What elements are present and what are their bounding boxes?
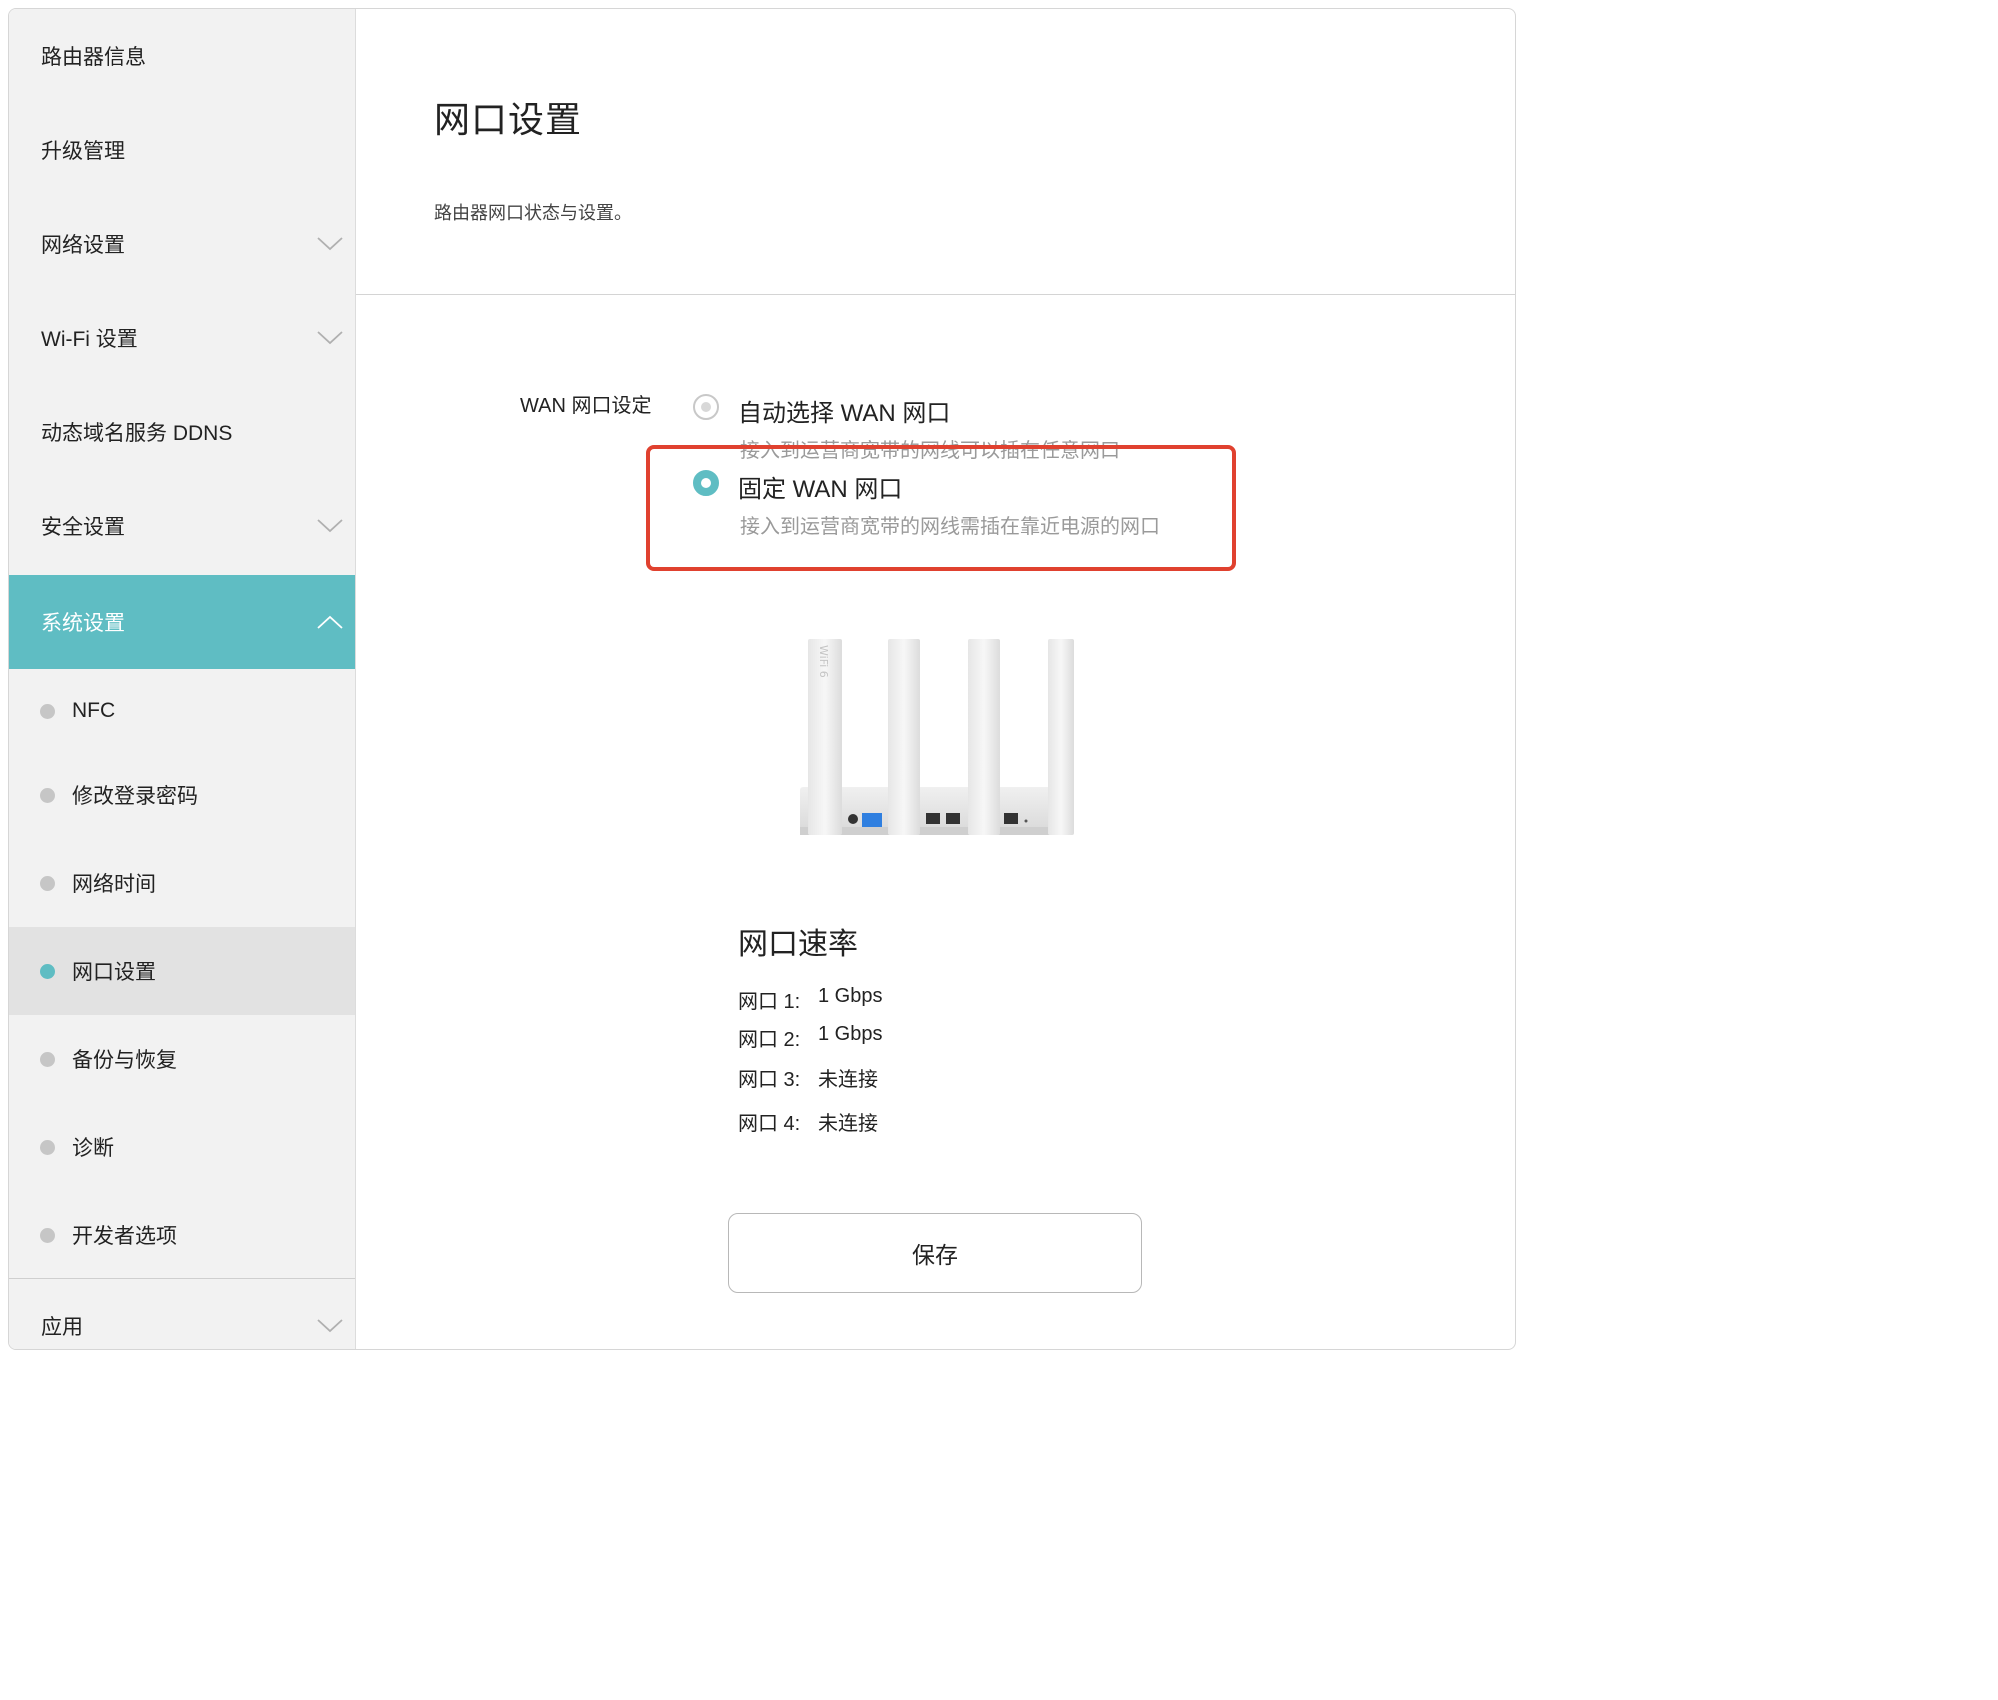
app-window: 路由器信息 升级管理 网络设置 Wi-Fi 设置 动态域名服务 DDNS 安全设…: [8, 8, 1516, 1350]
router-brand-text: WiFi 6: [817, 645, 830, 678]
port-label: 网口 1:: [738, 991, 801, 1013]
sidebar-item-network[interactable]: 网络设置: [9, 197, 355, 291]
port-speed-row: 网口 4: 未连接: [738, 1107, 878, 1136]
port-speed-row: 网口 2: 1 Gbps: [738, 1023, 882, 1052]
port-value: 1 Gbps: [818, 1023, 883, 1045]
sidebar-item-system[interactable]: 系统设置: [9, 575, 355, 669]
bullet-dot-icon: [40, 963, 55, 979]
sidebar-item-label: 网络设置: [41, 234, 125, 257]
port-speed-row: 网口 3: 未连接: [738, 1063, 878, 1092]
router-illustration: WiFi 6: [796, 627, 1076, 839]
sidebar: 路由器信息 升级管理 网络设置 Wi-Fi 设置 动态域名服务 DDNS 安全设…: [9, 9, 356, 1349]
sidebar-subitem-nfc[interactable]: NFC: [9, 667, 355, 755]
bullet-dot-icon: [40, 875, 55, 891]
sidebar-subitem-password[interactable]: 修改登录密码: [9, 751, 355, 839]
sidebar-item-label: Wi-Fi 设置: [41, 328, 138, 351]
port-value: 未连接: [818, 1069, 878, 1091]
chevron-down-icon: [317, 237, 343, 251]
sidebar-subitem-port-settings[interactable]: 网口设置: [9, 927, 355, 1015]
sidebar-item-label: 动态域名服务 DDNS: [41, 422, 233, 445]
sidebar-subitem-label: 诊断: [72, 1137, 114, 1160]
sidebar-subitem-label: 备份与恢复: [72, 1049, 177, 1072]
chevron-up-icon: [317, 615, 343, 629]
sidebar-subitem-label: 网口设置: [72, 961, 156, 984]
sidebar-item-label: 系统设置: [41, 612, 125, 635]
sidebar-item-label: 升级管理: [41, 140, 125, 163]
bullet-dot-icon: [40, 703, 55, 719]
main-content: 网口设置 路由器网口状态与设置。 WAN 网口设定 自动选择 WAN 网口 接入…: [356, 9, 1515, 1349]
sidebar-item-label: 应用: [41, 1316, 83, 1339]
sidebar-subitem-network-time[interactable]: 网络时间: [9, 839, 355, 927]
bullet-dot-icon: [40, 1139, 55, 1155]
bullet-dot-icon: [40, 1051, 55, 1067]
chevron-down-icon: [317, 1319, 343, 1333]
sidebar-subitem-developer[interactable]: 开发者选项: [9, 1191, 355, 1279]
sidebar-subitem-label: NFC: [72, 699, 116, 722]
port-label: 网口 3:: [738, 1069, 801, 1091]
sidebar-subitem-diagnosis[interactable]: 诊断: [9, 1103, 355, 1191]
sidebar-subitem-label: 网络时间: [72, 873, 156, 896]
sidebar-item-label: 路由器信息: [41, 46, 146, 69]
header-divider: [356, 294, 1515, 295]
sidebar-item-apps[interactable]: 应用: [9, 1279, 355, 1349]
chevron-down-icon: [317, 331, 343, 345]
bullet-dot-icon: [40, 787, 55, 803]
sidebar-item-wifi[interactable]: Wi-Fi 设置: [9, 291, 355, 385]
port-speed-row: 网口 1: 1 Gbps: [738, 985, 882, 1014]
chevron-down-icon: [317, 519, 343, 533]
wan-auto-radio[interactable]: [693, 394, 719, 420]
port-value: 1 Gbps: [818, 985, 883, 1007]
sidebar-subitem-label: 修改登录密码: [72, 785, 198, 808]
sidebar-item-upgrade[interactable]: 升级管理: [9, 103, 355, 197]
port-label: 网口 4:: [738, 1113, 801, 1135]
sidebar-subitem-backup[interactable]: 备份与恢复: [9, 1015, 355, 1103]
save-button[interactable]: 保存: [728, 1213, 1142, 1293]
sidebar-item-router-info[interactable]: 路由器信息: [9, 9, 355, 103]
bullet-dot-icon: [40, 1227, 55, 1243]
port-speed-title: 网口速率: [738, 928, 858, 961]
wan-auto-title: 自动选择 WAN 网口: [738, 400, 951, 427]
sidebar-item-label: 安全设置: [41, 516, 125, 539]
page-title: 网口设置: [434, 99, 583, 140]
page-description: 路由器网口状态与设置。: [434, 203, 632, 223]
port-value: 未连接: [818, 1113, 878, 1135]
sidebar-item-ddns[interactable]: 动态域名服务 DDNS: [9, 385, 355, 479]
annotation-highlight-box: [646, 445, 1236, 571]
wan-setting-label: WAN 网口设定: [520, 395, 652, 417]
sidebar-subitem-label: 开发者选项: [72, 1225, 177, 1248]
port-label: 网口 2:: [738, 1029, 801, 1051]
sidebar-item-security[interactable]: 安全设置: [9, 479, 355, 573]
